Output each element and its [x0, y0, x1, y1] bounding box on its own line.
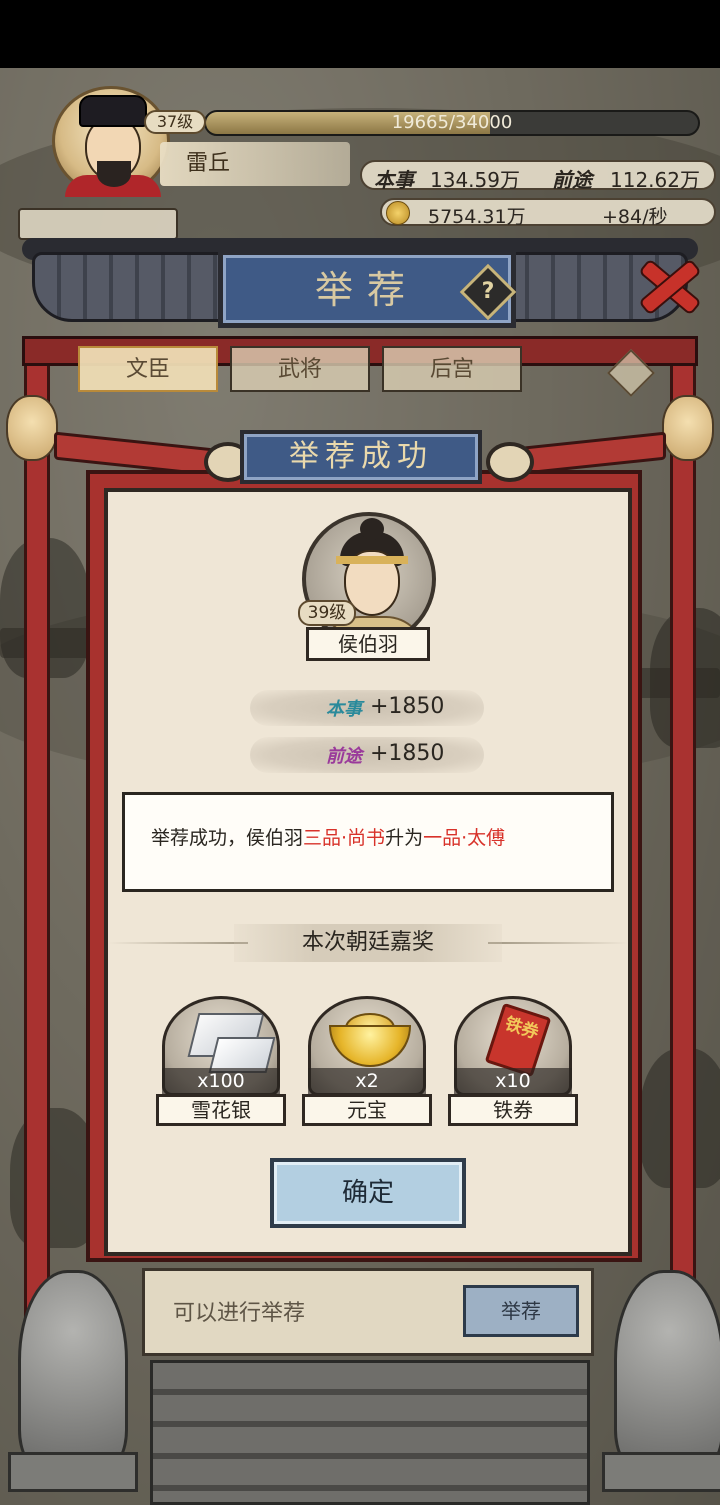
benshi-gain: +1850 — [370, 694, 445, 719]
message-middle: 升为 — [385, 827, 424, 849]
exp-text: 19665/34000 — [391, 112, 513, 133]
reward-count: x10 — [454, 1068, 572, 1094]
reward-count: x100 — [162, 1068, 280, 1094]
stat-gain-qiantu: 前途 +1850 — [250, 737, 484, 773]
scroll-curl-right-icon — [486, 442, 534, 482]
reward-header: 本次朝廷嘉奖 — [108, 924, 628, 962]
player-level-badge: 37级 — [144, 110, 206, 134]
right-lion-base — [602, 1452, 720, 1492]
hero-level-badge: 39级 — [298, 600, 356, 626]
reward-item-tiequan[interactable]: 铁券 x10 铁券 — [448, 996, 578, 1128]
left-lantern-icon — [6, 395, 58, 461]
recommend-panel: 可以进行举荐 举荐 — [142, 1268, 594, 1356]
right-pillar — [670, 360, 696, 1340]
new-rank: 一品·太傅 — [423, 827, 506, 849]
left-lion-base — [8, 1452, 138, 1492]
recommend-hint: 可以进行举荐 — [173, 1301, 306, 1326]
player-avatar[interactable] — [52, 86, 170, 197]
recommend-button[interactable]: 举荐 — [463, 1285, 579, 1337]
stat-gain-benshi: 本事 +1850 — [250, 690, 484, 726]
left-stone-lion-icon — [18, 1270, 128, 1470]
benshi-value: 134.59万 — [430, 168, 520, 192]
qiantu-label: 前途 — [552, 168, 592, 192]
qiantu-gain: +1850 — [370, 741, 445, 766]
avatar-hat — [79, 95, 147, 127]
player-stats: 本事 134.59万 前途 112.62万 — [360, 160, 716, 192]
right-lantern-icon — [662, 395, 714, 461]
reward-name: 元宝 — [302, 1094, 432, 1126]
left-pillar — [24, 360, 50, 1340]
qiantu-label: 前途 — [326, 746, 362, 767]
reward-header-label: 本次朝廷嘉奖 — [234, 924, 502, 962]
qiantu-value: 112.62万 — [610, 168, 700, 192]
reward-name: 雪花银 — [156, 1094, 286, 1126]
right-stone-lion-icon — [614, 1270, 720, 1470]
confirm-button[interactable]: 确定 — [270, 1158, 466, 1228]
tab-wenchen[interactable]: 文臣 — [78, 346, 218, 392]
reward-item-silver[interactable]: x100 雪花银 — [156, 996, 286, 1128]
benshi-label: 本事 — [374, 168, 414, 192]
tab-bar: 文臣 武将 后宫 — [78, 346, 638, 394]
tab-wujiang[interactable]: 武将 — [230, 346, 370, 392]
close-icon[interactable] — [632, 250, 702, 314]
promotion-message: 举荐成功，侯伯羽三品·尚书升为一品·太傅 — [151, 823, 505, 850]
reward-item-yuanbao[interactable]: x2 元宝 — [302, 996, 432, 1128]
iron-ticket-icon: 铁券 — [484, 1002, 552, 1078]
avatar-beard — [97, 161, 131, 187]
tab-hougong[interactable]: 后宫 — [382, 346, 522, 392]
exp-bar: 19665/34000 — [204, 110, 700, 136]
modal-title: 举荐成功 — [240, 430, 482, 484]
promotion-message-box: 举荐成功，侯伯羽三品·尚书升为一品·太傅 — [122, 792, 614, 892]
reward-name: 铁券 — [448, 1094, 578, 1126]
help-icon: ? — [481, 279, 495, 304]
player-name: 雷丘 — [160, 142, 350, 186]
gold-ingot-icon — [329, 1025, 411, 1067]
old-rank: 三品·尚书 — [303, 827, 386, 849]
benshi-label: 本事 — [326, 699, 362, 720]
hero-name: 侯伯羽 — [306, 627, 430, 661]
stairs — [150, 1360, 590, 1505]
reward-count: x2 — [308, 1068, 426, 1094]
message-prefix: 举荐成功，侯伯羽 — [151, 827, 304, 849]
